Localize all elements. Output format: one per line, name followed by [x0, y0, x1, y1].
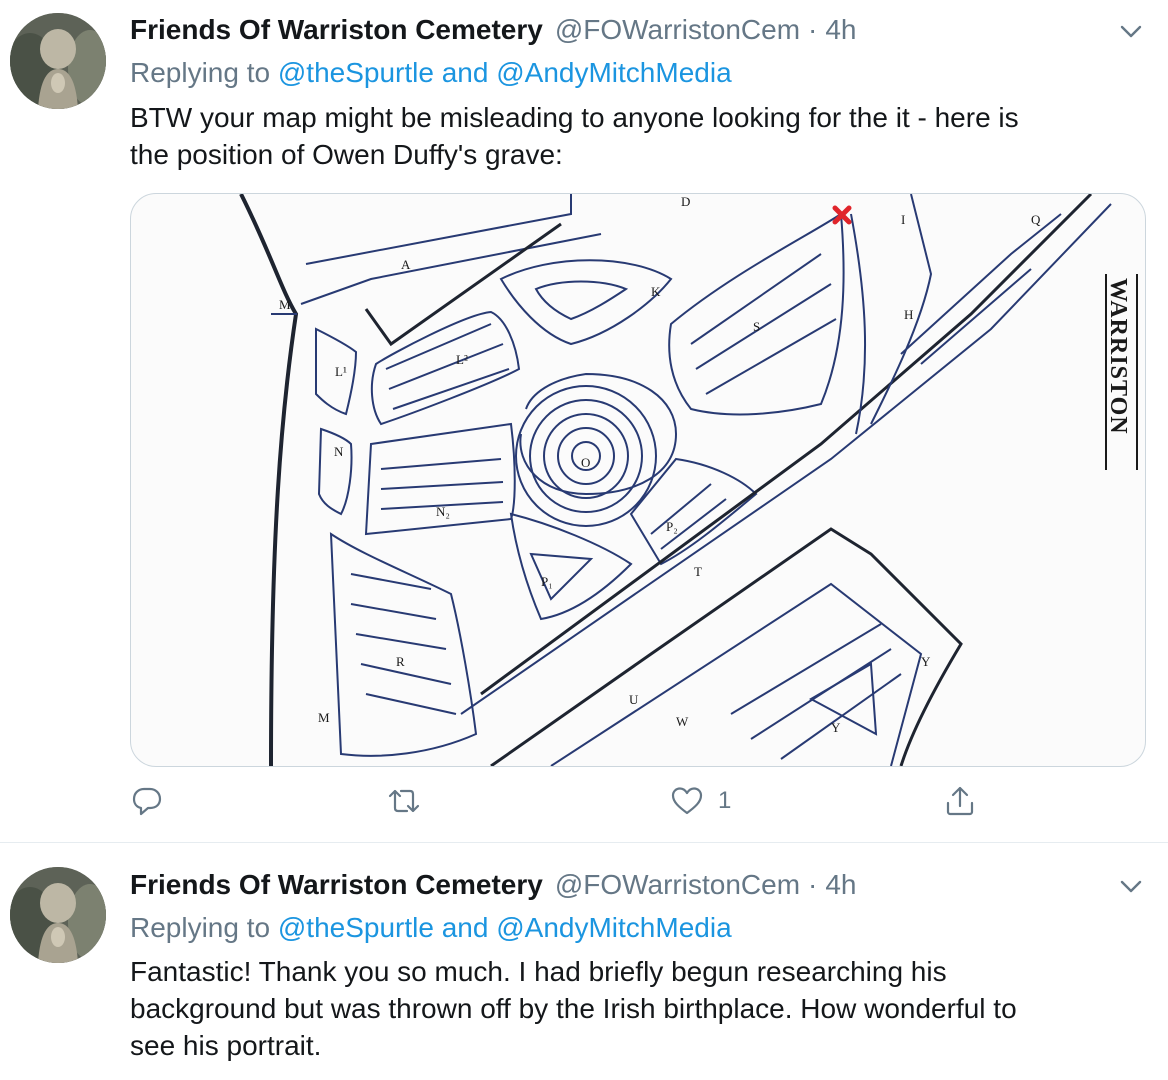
tweet[interactable]: Friends Of Warriston Cemetery @FOWarrist… — [0, 0, 1168, 843]
retweet-button[interactable] — [386, 784, 422, 818]
replying-prefix: Replying to — [130, 912, 271, 943]
mention-link[interactable]: @theSpurtle — [278, 912, 434, 943]
share-icon — [946, 786, 974, 816]
mention-and[interactable]: and — [442, 912, 489, 943]
map-label: M — [318, 710, 330, 725]
mention-and[interactable]: and — [442, 57, 489, 88]
statue-avatar-image — [10, 867, 106, 963]
map-label: N₂ — [436, 504, 450, 519]
reply-icon — [132, 787, 162, 816]
timestamp[interactable]: 4h — [825, 869, 856, 901]
map-label: P₁ — [541, 574, 553, 589]
retweet-icon — [388, 789, 420, 813]
avatar[interactable] — [10, 13, 106, 109]
tweet-text-line: background but was thrown off by the Iri… — [130, 993, 1017, 1024]
timestamp[interactable]: 4h — [825, 14, 856, 46]
avatar[interactable] — [10, 867, 106, 963]
cemetery-map: A D I Q K M S H L² L¹ N O N₂ P₂ P₁ T R M… — [239, 194, 1138, 766]
map-label: W — [676, 714, 689, 729]
chevron-down-icon[interactable] — [1116, 871, 1146, 901]
map-label: A — [401, 257, 411, 272]
map-label: Y — [921, 654, 931, 669]
map-label: I — [901, 212, 905, 227]
author-name[interactable]: Friends Of Warriston Cemetery — [130, 14, 543, 46]
map-label: H — [904, 307, 913, 322]
tweet-text-line: see his portrait. — [130, 1030, 322, 1061]
replying-prefix: Replying to — [130, 57, 271, 88]
map-label: L¹ — [335, 364, 347, 379]
map-label: K — [651, 284, 661, 299]
cemetery-map-image[interactable]: A D I Q K M S H L² L¹ N O N₂ P₂ P₁ T R M… — [130, 193, 1146, 767]
tweet-text-line: the position of Owen Duffy's grave: — [130, 139, 563, 170]
reply-button[interactable] — [130, 784, 164, 818]
mention-link[interactable]: @AndyMitchMedia — [496, 912, 731, 943]
tweet-actions: 1 — [130, 784, 1030, 824]
map-label: M — [279, 297, 291, 312]
like-icon — [671, 787, 703, 815]
author-name[interactable]: Friends Of Warriston Cemetery — [130, 869, 543, 901]
author-handle[interactable]: @FOWarristonCem — [555, 14, 800, 46]
map-label: R — [396, 654, 405, 669]
author-handle[interactable]: @FOWarristonCem — [555, 869, 800, 901]
tweet-text-line: Fantastic! Thank you so much. I had brie… — [130, 956, 947, 987]
share-button[interactable] — [943, 784, 977, 818]
separator: · — [808, 869, 818, 900]
map-label: N — [334, 444, 344, 459]
mention-link[interactable]: @theSpurtle — [278, 57, 434, 88]
like-button[interactable]: 1 — [670, 784, 731, 818]
map-label: O — [581, 455, 590, 470]
map-label: S — [753, 319, 760, 334]
tweet-header: Friends Of Warriston Cemetery @FOWarrist… — [130, 14, 857, 50]
map-label: Y — [831, 720, 841, 735]
tweet-text: Fantastic! Thank you so much. I had brie… — [130, 953, 1140, 1064]
tweet-text: BTW your map might be misleading to anyo… — [130, 99, 1140, 173]
tweet-text-line: BTW your map might be misleading to anyo… — [130, 102, 1019, 133]
statue-avatar-image — [10, 13, 106, 109]
chevron-down-icon[interactable] — [1116, 16, 1146, 46]
replying-to: Replying to @theSpurtle and @AndyMitchMe… — [130, 57, 732, 89]
replying-to: Replying to @theSpurtle and @AndyMitchMe… — [130, 912, 732, 944]
map-label: Q — [1031, 212, 1041, 227]
map-label: L² — [456, 352, 468, 367]
map-label: U — [629, 692, 639, 707]
tweet-header: Friends Of Warriston Cemetery @FOWarrist… — [130, 869, 857, 905]
mention-link[interactable]: @AndyMitchMedia — [496, 57, 731, 88]
separator: · — [808, 14, 818, 45]
map-label: T — [694, 564, 702, 579]
like-count: 1 — [718, 787, 732, 814]
street-label: WARRISTON — [1105, 278, 1131, 435]
map-label: D — [681, 194, 690, 209]
map-label: P₂ — [666, 519, 678, 534]
tweet[interactable]: Friends Of Warriston Cemetery @FOWarrist… — [0, 843, 1168, 1080]
